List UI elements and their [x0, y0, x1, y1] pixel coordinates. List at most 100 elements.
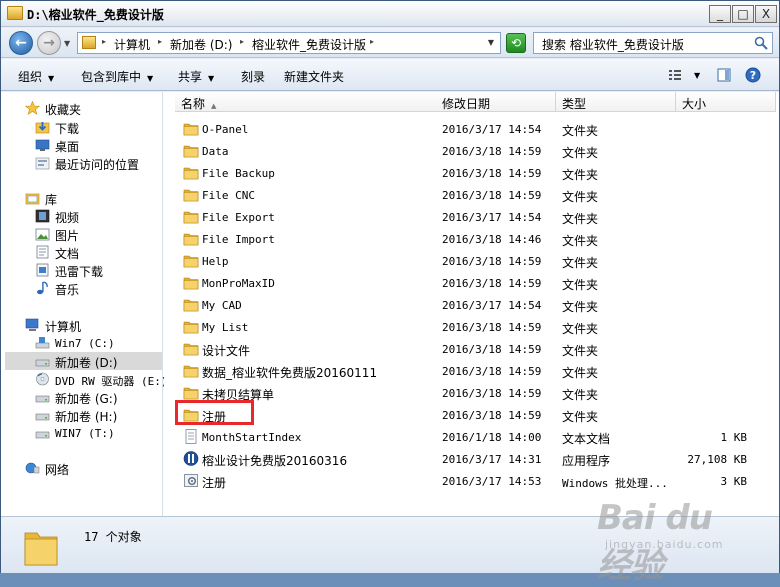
- share-menu[interactable]: 共享 ▼: [178, 68, 214, 85]
- include-in-library-menu[interactable]: 包含到库中 ▼: [81, 68, 153, 85]
- file-type: 文件夹: [562, 278, 599, 292]
- column-header-size[interactable]: 大小: [676, 92, 776, 112]
- search-icon[interactable]: [754, 36, 768, 50]
- sort-ascending-icon: ▲: [211, 102, 217, 110]
- file-row[interactable]: 注册 2016/3/17 14:53 Windows 批处理... 3 KB: [164, 470, 779, 492]
- file-type: Windows 批处理...: [562, 477, 668, 490]
- file-row[interactable]: Data 2016/3/18 14:59 文件夹: [164, 140, 779, 162]
- file-name: File Import: [202, 233, 275, 246]
- breadcrumb-computer[interactable]: 计算机: [114, 36, 150, 53]
- file-date: 2016/3/17 14:54: [442, 211, 542, 224]
- file-name: 注册: [202, 476, 227, 490]
- chevron-right-icon[interactable]: ▸: [102, 37, 106, 46]
- xunlei-folder-icon: [36, 263, 49, 277]
- organize-menu[interactable]: 组织 ▼: [18, 68, 54, 85]
- folder-icon: [24, 532, 58, 566]
- address-dropdown-icon[interactable]: ▼: [488, 38, 494, 47]
- file-row[interactable]: 设计文件 2016/3/18 14:59 文件夹: [164, 338, 779, 360]
- chevron-down-icon: ▼: [208, 74, 215, 83]
- file-row[interactable]: MonProMaxID 2016/3/18 14:59 文件夹: [164, 272, 779, 294]
- search-input[interactable]: 搜索 榕业软件_免费设计版: [533, 32, 773, 54]
- file-date: 2016/3/18 14:59: [442, 277, 542, 290]
- address-box[interactable]: ▸ 计算机 ▸ 新加卷 (D:) ▸ 榕业软件_免费设计版 ▸ ▼: [77, 32, 501, 54]
- file-date: 2016/3/18 14:46: [442, 233, 542, 246]
- baidu-watermark: Bai du 经验 jingyan.baidu.com: [597, 498, 747, 586]
- hard-drive-icon: [35, 431, 50, 439]
- folder-icon: [82, 36, 96, 49]
- file-row[interactable]: File Backup 2016/3/18 14:59 文件夹: [164, 162, 779, 184]
- file-row[interactable]: File Export 2016/3/17 14:54 文件夹: [164, 206, 779, 228]
- file-date: 2016/3/17 14:53: [442, 475, 542, 488]
- breadcrumb-drive-d[interactable]: 新加卷 (D:): [170, 36, 232, 53]
- file-row[interactable]: Help 2016/3/18 14:59 文件夹: [164, 250, 779, 272]
- file-date: 2016/3/18 14:59: [442, 365, 542, 378]
- file-row[interactable]: 注册 2016/3/18 14:59 文件夹: [164, 404, 779, 426]
- nav-drive-d[interactable]: 新加卷 (D:): [5, 352, 162, 370]
- file-size: 3 KB: [720, 475, 748, 488]
- command-bar: 组织 ▼ 包含到库中 ▼ 共享 ▼ 刻录 新建文件夹 ▼ ?: [1, 59, 779, 91]
- file-size: 27,108 KB: [687, 453, 747, 466]
- back-button[interactable]: ←: [9, 31, 33, 55]
- preview-pane-icon[interactable]: [717, 68, 731, 82]
- file-name: File Backup: [202, 167, 275, 180]
- file-type: 文件夹: [562, 256, 599, 270]
- file-name: File CNC: [202, 189, 255, 202]
- batch-file-icon: [184, 474, 198, 487]
- chevron-right-icon[interactable]: ▸: [370, 37, 374, 46]
- text-file-icon: [185, 429, 197, 444]
- history-dropdown-icon[interactable]: ▼: [64, 39, 70, 48]
- file-row[interactable]: File CNC 2016/3/18 14:59 文件夹: [164, 184, 779, 206]
- file-date: 2016/3/18 14:59: [442, 167, 542, 180]
- file-name: 数据_榕业软件免费版20160111: [202, 366, 378, 380]
- file-type: 文件夹: [562, 168, 599, 182]
- file-type: 文件夹: [562, 344, 599, 358]
- file-row[interactable]: File Import 2016/3/18 14:46 文件夹: [164, 228, 779, 250]
- file-name: O-Panel: [202, 123, 249, 136]
- file-row[interactable]: My List 2016/3/18 14:59 文件夹: [164, 316, 779, 338]
- explorer-window: D:\榕业软件_免费设计版 _ □ X ← → ▼ ▸ 计算机 ▸ 新加卷 (D…: [0, 0, 780, 586]
- help-icon[interactable]: ?: [745, 67, 761, 83]
- file-row[interactable]: My CAD 2016/3/17 14:54 文件夹: [164, 294, 779, 316]
- file-row[interactable]: 数据_榕业软件免费版20160111 2016/3/18 14:59 文件夹: [164, 360, 779, 382]
- watermark-url: jingyan.baidu.com: [605, 538, 724, 551]
- file-row[interactable]: O-Panel 2016/3/17 14:54 文件夹: [164, 118, 779, 140]
- breadcrumb-current-folder[interactable]: 榕业软件_免费设计版: [252, 36, 366, 53]
- file-date: 2016/3/18 14:59: [442, 343, 542, 356]
- annotation-highlight-box: [175, 400, 254, 425]
- chevron-down-icon: ▼: [48, 74, 55, 83]
- burn-button[interactable]: 刻录: [241, 68, 265, 85]
- folder-icon: [183, 277, 199, 290]
- new-folder-button[interactable]: 新建文件夹: [284, 68, 344, 85]
- column-header-date[interactable]: 修改日期: [436, 92, 556, 112]
- file-name: Data: [202, 145, 229, 158]
- system-drive-icon: [35, 337, 50, 349]
- view-options-chevron-icon[interactable]: ▼: [694, 71, 700, 80]
- file-name: Help: [202, 255, 229, 268]
- file-name: MonProMaxID: [202, 277, 275, 290]
- file-row[interactable]: MonthStartIndex 2016/1/18 14:00 文本文档 1 KB: [164, 426, 779, 448]
- close-button[interactable]: X: [755, 5, 777, 23]
- refresh-button[interactable]: ⟲: [506, 33, 526, 53]
- file-date: 2016/3/17 14:54: [442, 123, 542, 136]
- desktop-icon: [35, 139, 50, 151]
- file-date: 2016/3/18 14:59: [442, 409, 542, 422]
- navigation-pane[interactable]: 收藏夹 下载 桌面 最近访问的位置 库 视频 图片 文档 迅雷下载 音乐 计算机…: [1, 92, 167, 516]
- file-date: 2016/3/18 14:59: [442, 189, 542, 202]
- forward-button[interactable]: →: [37, 31, 61, 55]
- maximize-button[interactable]: □: [732, 5, 754, 23]
- music-icon: [37, 281, 48, 295]
- minimize-button[interactable]: _: [709, 5, 731, 23]
- download-folder-icon: [35, 122, 50, 134]
- network-icon: [25, 462, 40, 474]
- column-header-name[interactable]: 名称 ▲: [175, 92, 441, 112]
- file-row[interactable]: 未拷贝结算单 2016/3/18 14:59 文件夹: [164, 382, 779, 404]
- change-view-icon[interactable]: [668, 68, 682, 82]
- column-header-type[interactable]: 类型: [556, 92, 676, 112]
- file-type: 文件夹: [562, 234, 599, 248]
- chevron-right-icon[interactable]: ▸: [158, 37, 162, 46]
- file-row[interactable]: 榕业设计免费版20160316 2016/3/17 14:31 应用程序 27,108…: [164, 448, 779, 470]
- file-list[interactable]: 名称 ▲ 修改日期 类型 大小 O-Panel 2016/3/17 14:54 文件夹…: [164, 92, 779, 516]
- chevron-right-icon[interactable]: ▸: [240, 37, 244, 46]
- search-placeholder: 搜索 榕业软件_免费设计版: [542, 38, 684, 52]
- file-type: 文件夹: [562, 190, 599, 204]
